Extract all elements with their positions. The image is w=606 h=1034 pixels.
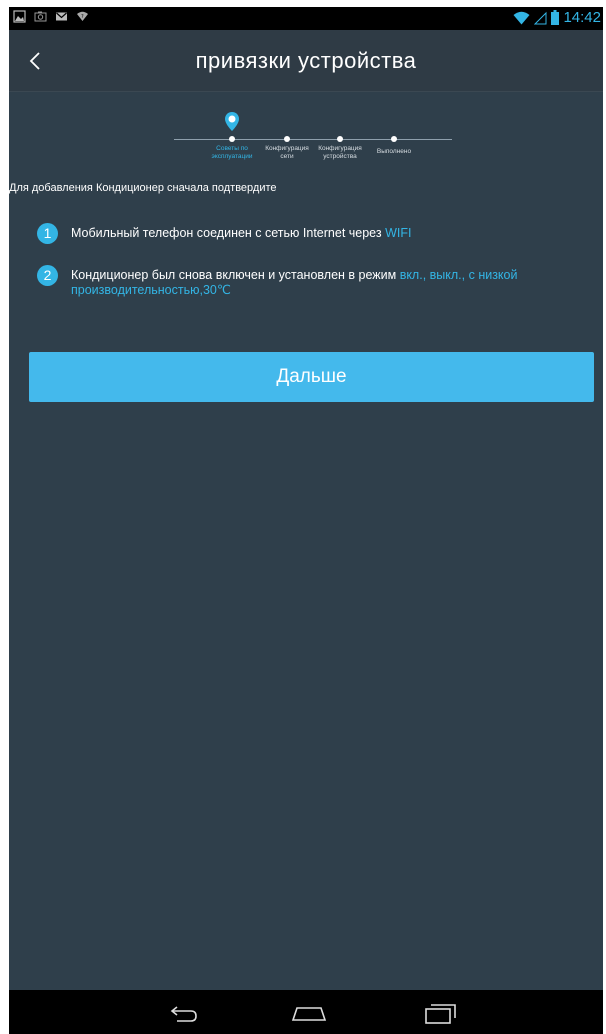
status-bar: ? 14:42 <box>9 7 603 30</box>
step-dot <box>229 136 235 142</box>
step-label: Выполнено <box>376 148 412 155</box>
recents-nav-icon[interactable] <box>420 998 460 1028</box>
navigation-bar <box>9 990 603 1034</box>
step-tips: Советы по эксплуатации <box>202 136 262 161</box>
step-label: Конфигурация устройства <box>318 145 362 160</box>
step-dot <box>337 136 343 142</box>
progress-stepper: Советы по эксплуатации Конфигурация сети… <box>174 110 452 170</box>
clock: 14:42 <box>563 9 601 26</box>
action-bar: привязки устройства <box>9 30 603 92</box>
battery-icon <box>551 10 560 25</box>
location-pin-icon <box>225 112 239 131</box>
step-label: Советы по эксплуатации <box>211 145 253 160</box>
image-icon <box>13 10 26 23</box>
page-title: привязки устройства <box>195 48 417 73</box>
item-text: Мобильный телефон соединен с сетью Inter… <box>71 226 412 240</box>
wifi-icon <box>513 11 530 24</box>
camera-icon <box>34 11 47 22</box>
signal-icon <box>534 11 547 24</box>
wifi-debug-icon: ? <box>77 11 88 21</box>
system-icons: 14:42 <box>513 9 601 26</box>
svg-text:?: ? <box>81 14 84 20</box>
item-text: Кондиционер был снова включен и установл… <box>71 268 518 297</box>
back-nav-icon[interactable] <box>165 998 205 1028</box>
step-label: Конфигурация сети <box>265 145 309 160</box>
device-screen: ? 14:42 привязки устройства Советы по эк… <box>9 7 603 1034</box>
step-dot <box>284 136 290 142</box>
step-number-badge: 2 <box>37 265 58 286</box>
notification-icons: ? <box>13 10 89 23</box>
mail-icon <box>56 12 67 21</box>
step-device-config: Конфигурация устройства <box>310 136 370 161</box>
intro-text: Для добавления Кондиционер сначала подтв… <box>9 182 277 194</box>
step-dot <box>391 136 397 142</box>
main-content: Советы по эксплуатации Конфигурация сети… <box>9 92 603 990</box>
step-number-badge: 1 <box>37 223 58 244</box>
wifi-highlight: WIFI <box>385 226 412 240</box>
home-nav-icon[interactable] <box>289 998 329 1028</box>
next-button[interactable]: Дальше <box>29 352 594 402</box>
step-done: Выполнено <box>364 136 424 156</box>
step-network-config: Конфигурация сети <box>257 136 317 161</box>
